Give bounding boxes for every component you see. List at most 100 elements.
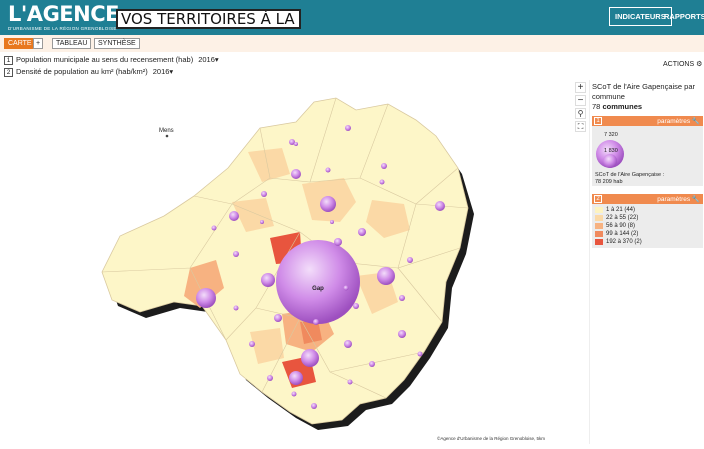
- legend-bubble-box: 7 320 1 830 SCoT de l'Aire Gapençaise : …: [592, 126, 703, 186]
- tab-tableau[interactable]: TABLEAU: [52, 38, 92, 49]
- commune-bubble: [249, 341, 255, 347]
- params-link[interactable]: paramètres 🔧: [657, 117, 700, 125]
- indicator-number: 1: [4, 55, 13, 65]
- actions-label: ACTIONS: [663, 61, 695, 68]
- indicator-year[interactable]: 2016: [153, 67, 170, 77]
- city-label-mens: Mens: [159, 128, 174, 134]
- commune-count: 78 communes: [590, 102, 704, 111]
- commune-bubble: [417, 351, 423, 357]
- commune-bubble: [301, 349, 319, 367]
- tab-synthese[interactable]: SYNTHÈSE: [94, 38, 140, 49]
- commune-bubble: [407, 257, 413, 263]
- commune-bubble: [274, 314, 282, 322]
- commune-bubble: [260, 220, 264, 224]
- top-bar: L'AGENCE D'URBANISME DE LA RÉGION GRENOB…: [0, 0, 704, 35]
- indicator-year[interactable]: 2016: [198, 55, 215, 65]
- legend-panel: SCoT de l'Aire Gapençaise par commune 78…: [589, 80, 704, 444]
- chevron-down-icon[interactable]: ▾: [169, 67, 173, 77]
- legend-max-value: 7 320: [604, 132, 618, 138]
- params-label: paramètres: [657, 118, 691, 125]
- commune-bubble: [267, 375, 273, 381]
- class-swatch: [595, 207, 603, 213]
- legend-class-row: 56 à 90 (8): [595, 222, 635, 230]
- class-label: 56 à 90 (8): [606, 223, 636, 229]
- commune-bubble: [369, 361, 375, 367]
- class-swatch: [595, 239, 603, 245]
- legend-class-row: 22 à 55 (22): [595, 214, 638, 222]
- legend-header-1[interactable]: 1 paramètres 🔧: [592, 116, 703, 126]
- class-label: 22 à 55 (22): [606, 215, 639, 221]
- city-label-gap: Gap: [312, 286, 324, 292]
- commune-bubble: [291, 169, 301, 179]
- commune-bubble: [289, 371, 303, 385]
- legend-number: 1: [594, 117, 602, 125]
- city-dot-mens: [165, 134, 169, 138]
- legend-bubble-svg: 7 320 1 830 SCoT de l'Aire Gapençaise : …: [595, 132, 665, 185]
- commune-bubble: [344, 340, 352, 348]
- commune-bubble: [320, 196, 336, 212]
- logo-subtitle: D'URBANISME DE LA RÉGION GRENOBLOISE: [8, 26, 117, 31]
- commune-bubble: [358, 228, 366, 236]
- commune-bubble: [377, 267, 395, 285]
- commune-bubble: [334, 238, 342, 246]
- class-swatch: [595, 215, 603, 221]
- legend-class-row: 192 à 370 (2): [595, 238, 642, 246]
- class-label: 99 à 144 (2): [606, 231, 639, 237]
- indicator-number: 2: [4, 67, 13, 77]
- commune-bubble: [233, 251, 239, 257]
- zoom-in-button[interactable]: +: [575, 82, 586, 93]
- commune-bubble: [435, 201, 445, 211]
- view-toolbar: CARTE + TABLEAU SYNTHÈSE: [0, 35, 704, 52]
- commune-count-value: 78: [592, 102, 601, 111]
- choropleth-map[interactable]: Mens Gap: [0, 82, 588, 444]
- commune-bubble: [311, 403, 317, 409]
- commune-bubble: [233, 305, 239, 311]
- chevron-down-icon[interactable]: ▾: [215, 55, 219, 65]
- legend-title: SCoT de l'Aire Gapençaise par commune: [592, 82, 696, 101]
- zoom-out-button[interactable]: −: [575, 95, 586, 106]
- map-view[interactable]: Mens Gap: [0, 82, 588, 444]
- commune-bubble: [261, 273, 275, 287]
- commune-bubble: [398, 330, 406, 338]
- legend-total-value: 78 209 hab: [595, 179, 623, 185]
- params-link[interactable]: paramètres 🔧: [657, 195, 700, 203]
- legend-total-label: SCoT de l'Aire Gapençaise :: [595, 172, 665, 178]
- commune-bubble: [294, 142, 298, 146]
- indicator-row-1[interactable]: 1 Population municipale au sens du recen…: [4, 55, 219, 65]
- commune-bubble: [325, 167, 331, 173]
- rapports-button[interactable]: RAPPORTS: [664, 7, 704, 26]
- commune-bubble: [343, 285, 349, 291]
- fullscreen-icon[interactable]: ⛶: [575, 121, 586, 132]
- class-swatch: [595, 223, 603, 229]
- indicateurs-button[interactable]: INDICATEURS: [609, 7, 672, 26]
- indicator-row-2[interactable]: 2 Densité de population au km² (hab/km²)…: [4, 67, 173, 77]
- add-map-button[interactable]: +: [33, 38, 44, 49]
- tab-carte[interactable]: CARTE: [4, 38, 36, 49]
- commune-count-label: communes: [602, 102, 643, 111]
- commune-bubble: [291, 391, 297, 397]
- actions-menu[interactable]: ACTIONS ⚙: [663, 60, 702, 68]
- commune-bubble: [345, 125, 351, 131]
- legend-mid-value: 1 830: [604, 148, 618, 154]
- wrench-icon: 🔧: [691, 196, 700, 203]
- legend-class-box: 1 à 21 (44) 22 à 55 (22) 56 à 90 (8) 99 …: [592, 204, 703, 248]
- commune-bubble: [196, 288, 216, 308]
- legend-class-row: 99 à 144 (2): [595, 230, 638, 238]
- legend-header-2[interactable]: 2 paramètres 🔧: [592, 194, 703, 204]
- map-attribution: ©Agence d'Urbanisme de la Région Grenobl…: [437, 436, 545, 441]
- wrench-icon: 🔧: [691, 118, 700, 125]
- class-swatch: [595, 231, 603, 237]
- indicator-label: Densité de population au km² (hab/km²): [16, 67, 148, 76]
- search-icon[interactable]: ⚲: [575, 108, 586, 119]
- gear-icon: ⚙: [696, 61, 703, 68]
- legend-class-row: 1 à 21 (44): [595, 206, 635, 214]
- class-label: 1 à 21 (44): [606, 207, 636, 213]
- commune-bubble: [330, 220, 334, 224]
- page-title: VOS TERRITOIRES À LA CARTE: [116, 9, 301, 29]
- agency-logo[interactable]: L'AGENCE D'URBANISME DE LA RÉGION GRENOB…: [8, 3, 119, 31]
- commune-bubble: [399, 295, 405, 301]
- commune-bubble: [381, 163, 387, 169]
- bubble-gap: [276, 240, 360, 324]
- indicator-label: Population municipale au sens du recense…: [16, 55, 194, 64]
- params-label: paramètres: [657, 196, 691, 203]
